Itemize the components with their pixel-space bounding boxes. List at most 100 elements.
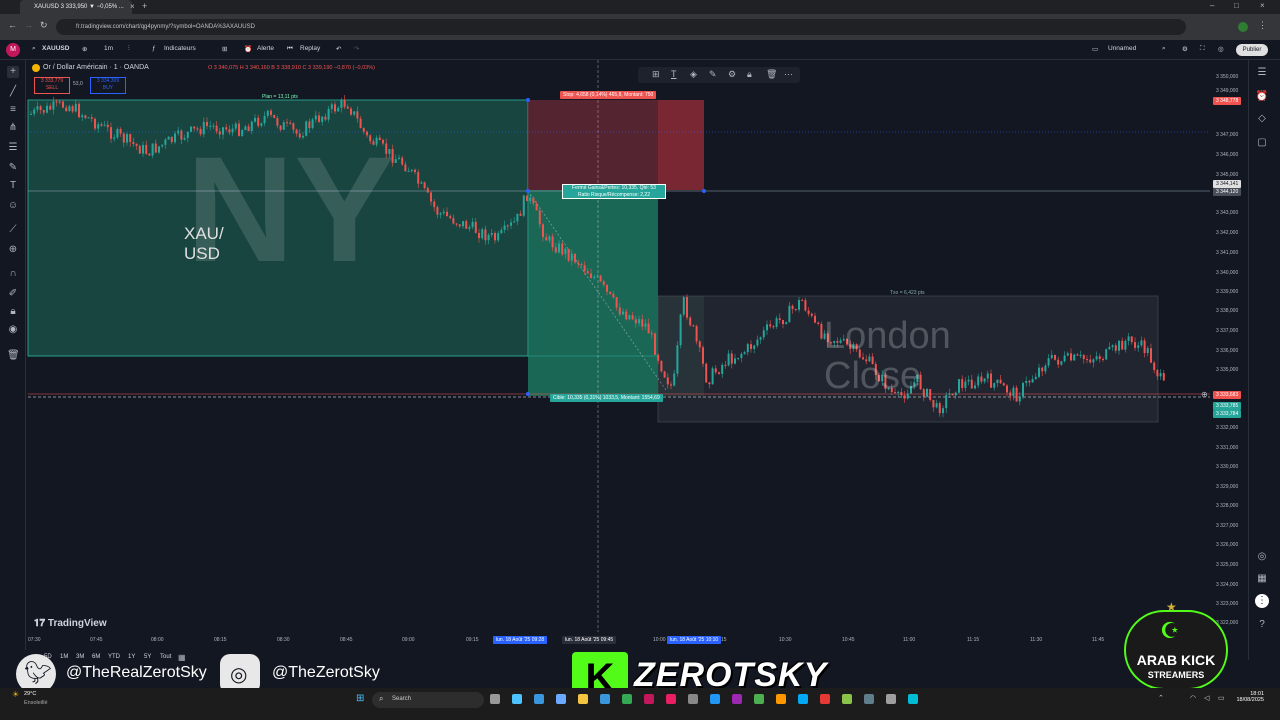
back-icon[interactable]: ← (8, 20, 17, 30)
close-window-icon[interactable]: × (1260, 1, 1265, 10)
buy-button[interactable]: 3 334,309 BUY (90, 77, 126, 94)
measure-icon[interactable]: ⟋ (7, 224, 19, 236)
target-icon[interactable]: ◎ (1255, 550, 1269, 564)
taskbar-clock[interactable]: 18:01 18/08/2025 (1232, 691, 1264, 703)
redo-icon[interactable]: ↷ (354, 45, 359, 53)
maximize-icon[interactable]: □ (1234, 1, 1239, 10)
app-icon[interactable] (688, 694, 698, 704)
chrome-icon[interactable] (622, 694, 632, 704)
text-icon[interactable]: T (7, 180, 19, 192)
interval-button[interactable]: 1m (104, 45, 113, 52)
template-icon[interactable]: ⊞ (652, 69, 660, 80)
alert-button[interactable]: Alerte (257, 45, 274, 52)
line-color-icon[interactable]: ✎ (709, 69, 717, 80)
range-button-6m[interactable]: 6M (92, 654, 100, 660)
compare-icon[interactable]: ⊕ (82, 45, 87, 53)
crosshair-icon[interactable]: + (7, 66, 19, 78)
trash-icon[interactable]: 🗑︎ (7, 350, 20, 362)
fib-icon[interactable]: ☰ (7, 142, 19, 154)
battery-icon[interactable]: ▭ (1218, 694, 1225, 702)
app-icon[interactable] (820, 694, 830, 704)
chat-icon[interactable]: ▢ (1255, 136, 1269, 150)
app-icon[interactable] (864, 694, 874, 704)
range-button-3m[interactable]: 3M (76, 654, 84, 660)
range-button-tout[interactable]: Tout (160, 654, 171, 660)
settings-icon[interactable]: ⚙ (1182, 45, 1188, 53)
app-icon[interactable] (842, 694, 852, 704)
taskbar-search-box[interactable] (372, 692, 484, 708)
symbol-button[interactable]: XAUUSD (42, 45, 69, 52)
app-icon[interactable] (908, 694, 918, 704)
app-icon[interactable] (666, 694, 676, 704)
drawing-settings-icon[interactable]: ⚙ (728, 69, 736, 80)
app-icon[interactable] (886, 694, 896, 704)
browser-menu-icon[interactable]: ⋮ (1258, 20, 1267, 31)
pencil-lock-icon[interactable]: ✐ (7, 288, 19, 300)
range-button-1y[interactable]: 1Y (128, 654, 135, 660)
help-icon[interactable]: ? (1255, 618, 1269, 632)
volume-icon[interactable]: ◁ (1204, 694, 1209, 702)
minimize-icon[interactable]: – (1210, 1, 1214, 10)
date-range-icon[interactable]: ▦ (178, 653, 186, 662)
app-icon[interactable] (732, 694, 742, 704)
app-icon[interactable] (710, 694, 720, 704)
lock-icon[interactable]: 🔒︎ (7, 306, 19, 318)
range-button-ytd[interactable]: YTD (108, 654, 120, 660)
pitchfork-icon[interactable]: ⋔ (7, 122, 19, 134)
magnet-icon[interactable]: ∩ (7, 268, 19, 280)
alerts-sidebar-icon[interactable]: ⏰ (1255, 90, 1269, 104)
calendar-icon[interactable]: ▦ (1255, 572, 1269, 586)
layout-name-button[interactable]: Unnamed (1108, 45, 1136, 52)
edge-icon[interactable] (534, 694, 544, 704)
replay-button[interactable]: Replay (300, 45, 320, 52)
app-icon[interactable] (776, 694, 786, 704)
zoom-icon[interactable]: ⊕ (7, 244, 19, 256)
store-icon[interactable] (556, 694, 566, 704)
symbol-search-icon[interactable]: ⌕ (32, 45, 36, 53)
url-input[interactable]: fr.tradingview.com/chart/qg4pynmy/?symbo… (56, 19, 1186, 35)
patterns-icon[interactable]: ☺ (7, 200, 19, 212)
reload-icon[interactable]: ↻ (40, 20, 48, 31)
fullscreen-icon[interactable]: ⛶ (1200, 45, 1205, 53)
more-icon[interactable]: ⋯ (784, 69, 793, 80)
templates-icon[interactable]: ⊞ (222, 45, 227, 53)
target-label[interactable]: Cible: 10,335 (0,31%) 1033,5, Montant: 1… (550, 394, 663, 402)
snapshot-icon[interactable]: ◎ (1218, 45, 1224, 53)
range-button-1m[interactable]: 1M (60, 654, 68, 660)
text-color-icon[interactable]: T (671, 69, 677, 79)
wifi-icon[interactable]: ◠ (1190, 694, 1196, 702)
undo-icon[interactable]: ↶ (336, 45, 341, 53)
windows-start-icon[interactable]: ⊞ (356, 693, 364, 704)
drawing-delete-icon[interactable]: 🗑︎ (766, 69, 777, 80)
drawing-lock-icon[interactable]: 🔒︎ (747, 69, 752, 80)
instrument-title[interactable]: Or / Dollar Américain · 1 · OANDA (43, 64, 149, 71)
fill-icon[interactable]: ◈ (690, 69, 697, 80)
close-tab-icon[interactable]: × (130, 2, 135, 11)
forward-icon[interactable]: → (24, 20, 33, 30)
stop-label[interactable]: Stop: 4,658 (0,14%) 465,8, Montant: 750 (560, 91, 657, 99)
brush-icon[interactable]: ✎ (7, 162, 19, 174)
pnl-label[interactable]: Fermé Gains&Pertes: 10,335, Qté: 53 Ratio… (562, 184, 666, 199)
new-tab-icon[interactable]: + (142, 1, 147, 11)
search-icon[interactable]: ⌕ (1162, 45, 1166, 53)
range-button-5y[interactable]: 5Y (144, 654, 151, 660)
app-icon[interactable] (754, 694, 764, 704)
mail-icon[interactable] (600, 694, 610, 704)
explorer-icon[interactable] (578, 694, 588, 704)
sell-button[interactable]: 3 333,779 SELL (34, 77, 70, 94)
tray-chevron-icon[interactable]: ⌃ (1158, 694, 1164, 702)
user-avatar[interactable]: M (6, 43, 20, 57)
apps-icon[interactable]: ⋮ (1255, 594, 1269, 608)
trendline-icon[interactable]: ╱ (7, 86, 19, 98)
eye-icon[interactable]: ◉ (7, 324, 19, 336)
profile-avatar[interactable] (1238, 22, 1248, 32)
layers-icon[interactable]: ◇ (1255, 112, 1269, 126)
indicators-button[interactable]: Indicateurs (164, 45, 196, 52)
watchlist-icon[interactable]: ☰ (1255, 66, 1269, 80)
copilot-icon[interactable] (512, 694, 522, 704)
weather-desc[interactable]: Ensoleillé (24, 700, 48, 706)
lines-icon[interactable]: ≡ (7, 104, 19, 116)
chart-type-icon[interactable]: ⫶ (128, 45, 130, 53)
browser-tab[interactable]: XAUUSD 3 333,950 ▼ −0,05% ... (20, 0, 132, 14)
app-icon[interactable] (644, 694, 654, 704)
